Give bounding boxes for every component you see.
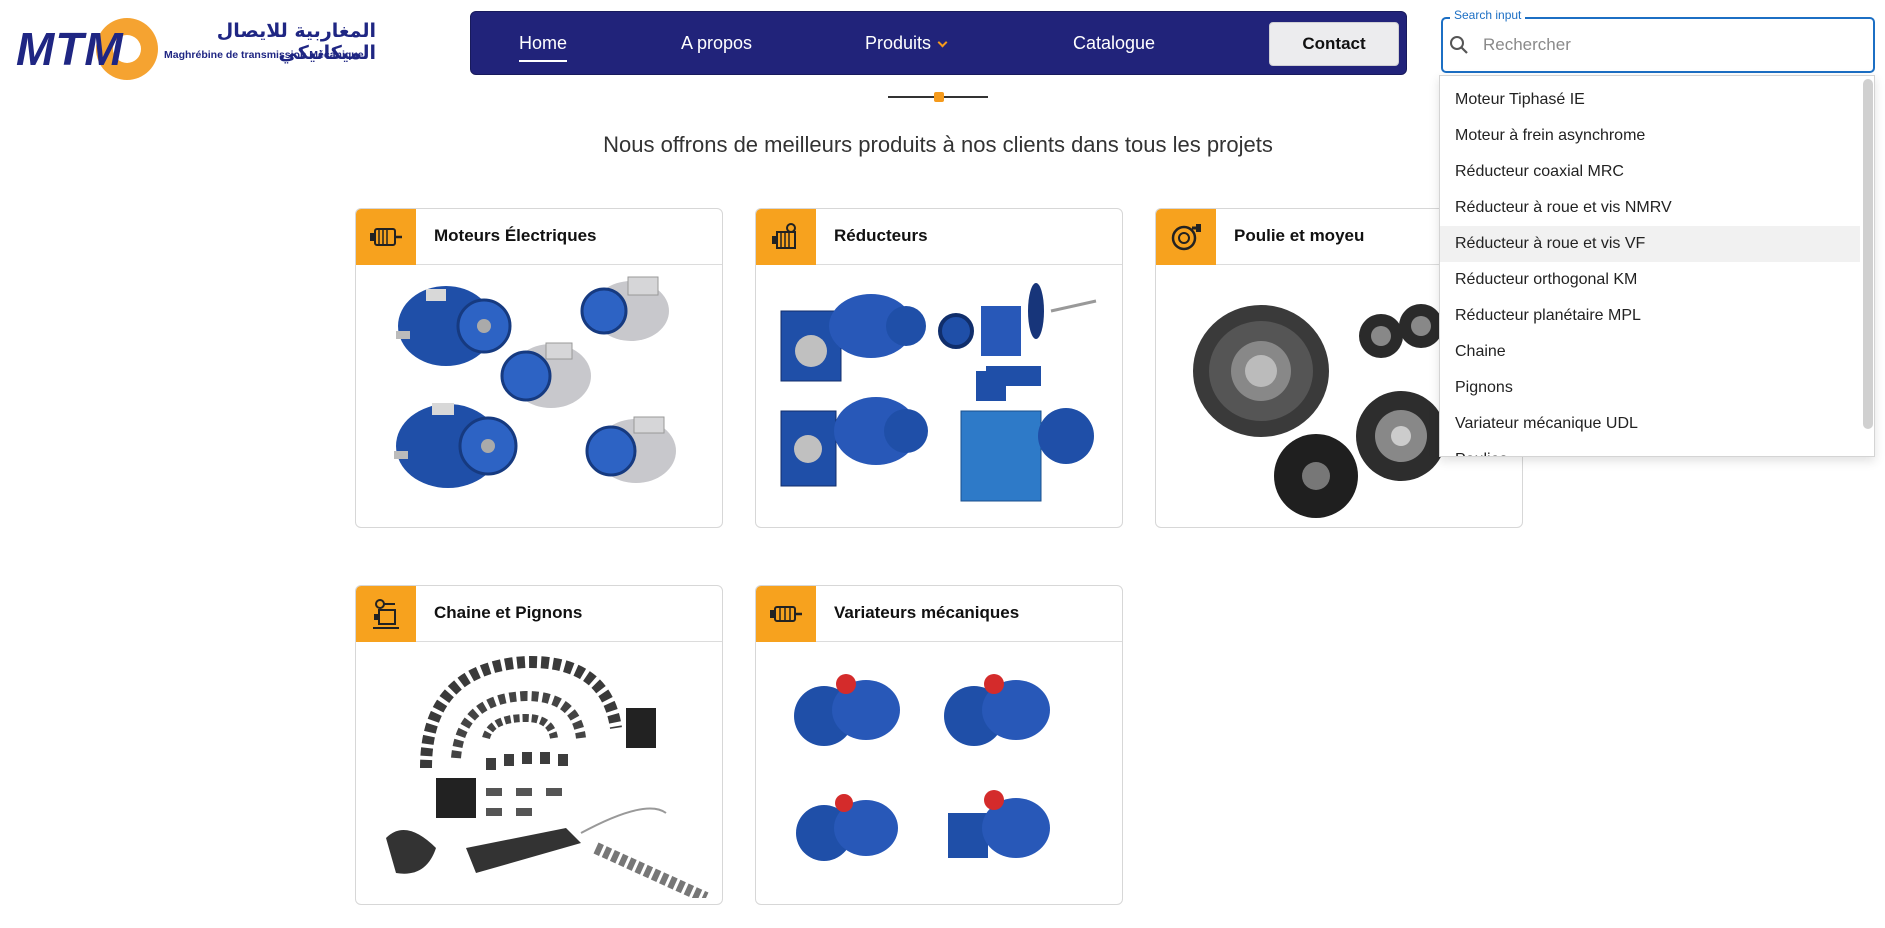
- search-input[interactable]: [1483, 30, 1853, 60]
- chevron-down-icon: [937, 37, 948, 48]
- card-header: Chaine et Pignons: [356, 586, 722, 642]
- suggestion-item[interactable]: Réducteur planétaire MPL: [1440, 298, 1860, 334]
- search-label: Search input: [1450, 8, 1526, 22]
- card-title: Poulie et moyeu: [1234, 226, 1365, 245]
- suggestion-item[interactable]: Réducteur orthogonal KM: [1440, 262, 1860, 298]
- chain-icon: [356, 586, 416, 642]
- suggestion-item[interactable]: Réducteur coaxial MRC: [1440, 154, 1860, 190]
- electric-motors-image: [394, 276, 676, 488]
- mechanical-variators-image: [794, 674, 1050, 861]
- suggestion-item[interactable]: Réducteur à roue et vis NMRV: [1440, 190, 1860, 226]
- suggestion-item[interactable]: Chaine: [1440, 334, 1860, 370]
- card-header: Réducteurs: [756, 209, 1122, 265]
- contact-button[interactable]: Contact: [1269, 22, 1399, 66]
- card-header: Moteurs Électriques: [356, 209, 722, 265]
- product-card-chaine[interactable]: Chaine et Pignons: [355, 585, 723, 905]
- suggestion-item[interactable]: Pignons: [1440, 370, 1860, 406]
- suggestion-item[interactable]: Poulies: [1440, 442, 1860, 456]
- card-title: Moteurs Électriques: [434, 226, 597, 245]
- dropdown-scrollbar[interactable]: [1863, 79, 1873, 429]
- gearbox-icon: [756, 209, 816, 265]
- suggestion-item[interactable]: Moteur Tiphasé IE: [1440, 82, 1860, 118]
- logo-subtitle: Maghrébine de transmission Mécanique: [164, 49, 364, 61]
- nav-produits-label: Produits: [865, 33, 932, 53]
- nav-home[interactable]: Home: [519, 33, 568, 62]
- brand-logo[interactable]: MTM المغاربية للايصال الميكانيكي Maghréb…: [16, 16, 376, 80]
- motor-icon: [356, 209, 416, 265]
- card-title: Variateurs mécaniques: [834, 603, 1020, 622]
- card-title: Chaine et Pignons: [434, 603, 583, 622]
- card-title: Réducteurs: [834, 226, 928, 245]
- nav-produits[interactable]: Produits: [865, 33, 948, 54]
- card-header: Variateurs mécaniques: [756, 586, 1122, 642]
- product-card-moteurs[interactable]: Moteurs Électriques: [355, 208, 723, 528]
- page: MTM المغاربية للايصال الميكانيكي Maghréb…: [0, 0, 1885, 928]
- suggestion-item[interactable]: Variateur mécanique UDL: [1440, 406, 1860, 442]
- search-suggestions-dropdown: Moteur Tiphasé IE Moteur à frein asynchr…: [1439, 75, 1875, 457]
- nav-a-propos[interactable]: A propos: [681, 33, 752, 54]
- pulley-icon: [1156, 209, 1216, 265]
- search-icon: [1450, 36, 1468, 54]
- divider-accent: [934, 92, 944, 102]
- product-card-variateurs[interactable]: Variateurs mécaniques: [755, 585, 1123, 905]
- product-card-reducteurs[interactable]: Réducteurs: [755, 208, 1123, 528]
- gear-reducers-image: [780, 283, 1097, 502]
- suggestion-item[interactable]: Moteur à frein asynchrome: [1440, 118, 1860, 154]
- main-navigation: Home A propos Produits Catalogue Contact: [470, 11, 1407, 75]
- chain-pignons-image: [386, 655, 709, 898]
- logo-mtm-text: MTM: [16, 23, 124, 75]
- suggestion-item-hovered[interactable]: Réducteur à roue et vis VF: [1440, 226, 1860, 262]
- variator-icon: [756, 586, 816, 642]
- nav-catalogue[interactable]: Catalogue: [1073, 33, 1155, 54]
